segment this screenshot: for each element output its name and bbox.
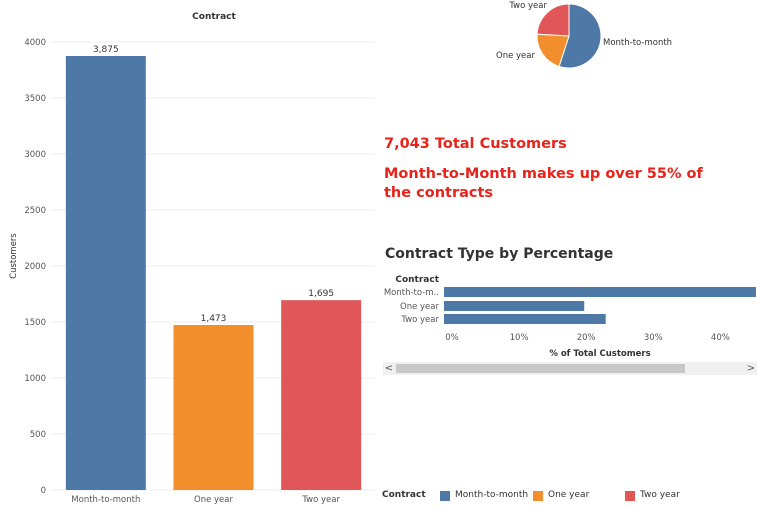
legend-swatch [533, 491, 543, 501]
legend-swatch [440, 491, 450, 501]
y-tick-label: 500 [30, 430, 46, 440]
bar-one-year[interactable] [173, 325, 254, 490]
bar-value-label: 1,695 [308, 289, 334, 299]
y-tick-label: 1500 [24, 318, 46, 328]
x-tick-label: Month-to-month [71, 495, 140, 505]
y-tick-label: 3000 [24, 150, 46, 160]
horizontal-scrollbar[interactable]: < > [383, 362, 757, 375]
hbar-x-tick-label: 10% [510, 333, 529, 343]
legend-label: Two year [640, 490, 680, 500]
hbar-x-tick-label: 0% [445, 333, 459, 343]
y-tick-label: 1000 [24, 374, 46, 384]
y-tick-label: 2000 [24, 262, 46, 272]
pie-label: One year [496, 51, 535, 61]
hbar-x-axis-label: % of Total Customers [549, 349, 650, 359]
y-tick-label: 3500 [24, 94, 46, 104]
legend-label: Month-to-month [455, 490, 529, 500]
month-to-month-share-headline: Month-to-Month makes up over 55% of the … [384, 166, 703, 201]
hbar-category-header: Contract [395, 275, 439, 285]
hbar-one-year[interactable] [444, 301, 585, 311]
bar-value-label: 1,473 [201, 314, 227, 324]
bar-value-label: 3,875 [93, 45, 119, 55]
contract-pie-chart: Month-to-month One year Two year [496, 1, 672, 69]
legend-label: One year [548, 490, 590, 500]
x-tick-label: Two year [301, 495, 340, 505]
pie-label: Month-to-month [603, 38, 672, 48]
hbar-x-tick-label: 20% [577, 333, 596, 343]
y-axis-label: Customers [9, 233, 19, 279]
scroll-thumb[interactable] [396, 364, 685, 373]
hbar-category-label: Two year [400, 315, 439, 325]
total-customers-headline: 7,043 Total Customers [384, 136, 567, 152]
y-tick-label: 0 [41, 486, 46, 496]
contract-percentage-bar-chart: Contract Month-to-m.. One year Two year 0%… [384, 275, 756, 359]
y-tick-label: 2500 [24, 206, 46, 216]
scroll-left-icon[interactable]: < [383, 362, 395, 375]
hbar-category-label: One year [400, 302, 439, 312]
scroll-right-icon[interactable]: > [745, 362, 757, 375]
hbar-chart-title: Contract Type by Percentage [385, 246, 614, 262]
bar-chart-title: Contract [192, 12, 236, 22]
bar-month-to-month[interactable] [65, 56, 146, 490]
hbar-category-label: Month-to-m.. [384, 288, 439, 298]
hbar-x-tick-label: 40% [711, 333, 730, 343]
x-tick-label: One year [194, 495, 233, 505]
legend-title: Contract [382, 490, 426, 500]
hbar-month-to-month[interactable] [444, 287, 756, 297]
contract-bar-chart: Contract Customers 0 500 1000 1500 2000 2500 3… [9, 12, 375, 505]
y-tick-label: 4000 [24, 38, 46, 48]
bar-two-year[interactable] [281, 300, 362, 490]
hbar-two-year[interactable] [444, 314, 606, 324]
pie-label: Two year [508, 1, 547, 11]
hbar-x-tick-label: 30% [644, 333, 663, 343]
legend-swatch [625, 491, 635, 501]
